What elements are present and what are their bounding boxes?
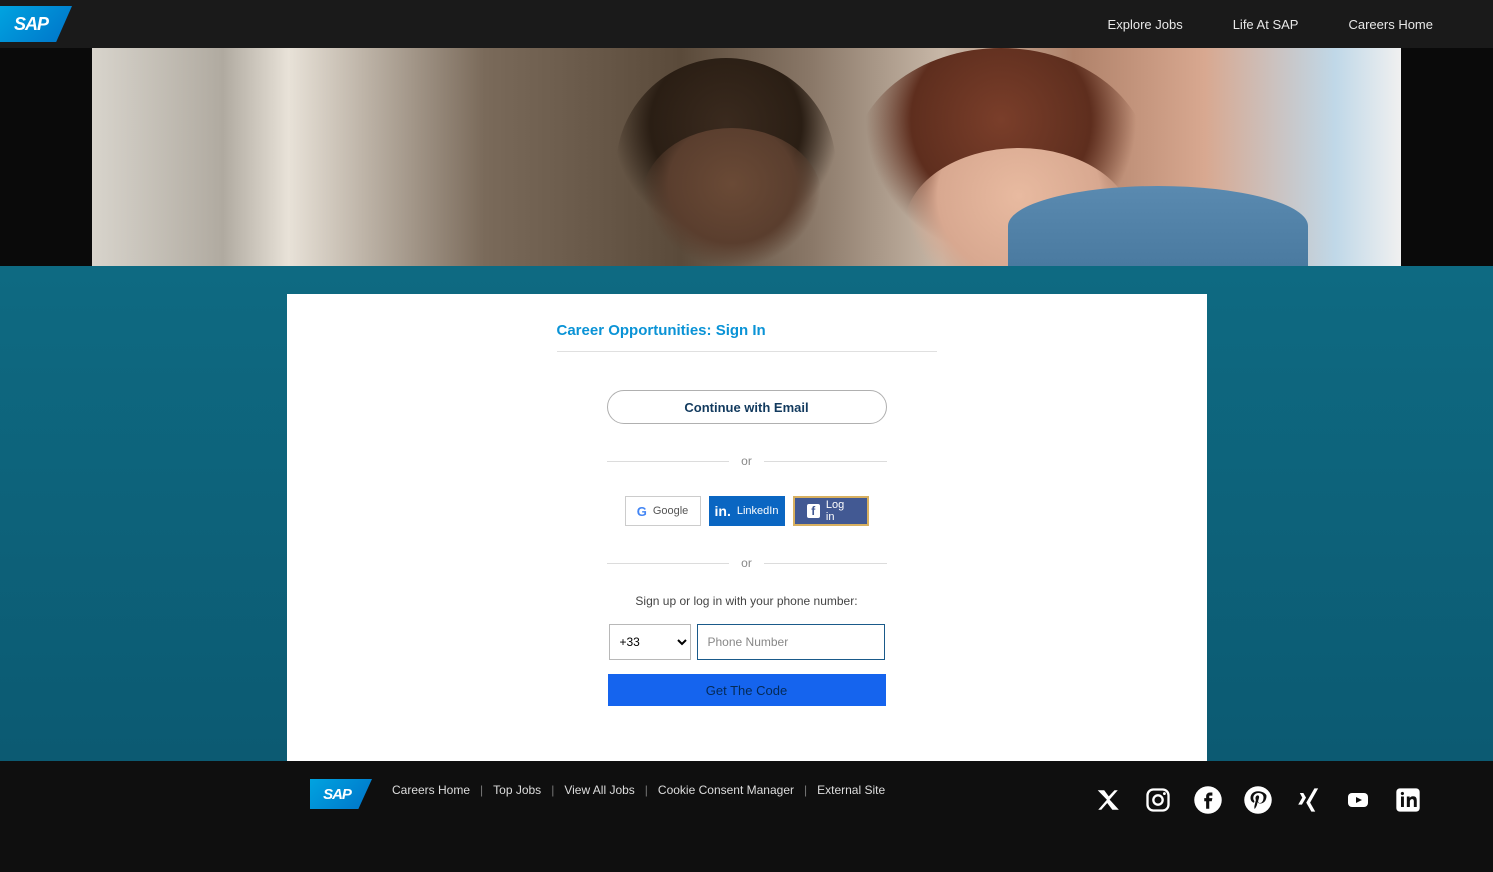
facebook-icon: f <box>807 504 820 518</box>
facebook-icon[interactable] <box>1193 785 1223 815</box>
get-the-code-button[interactable]: Get The Code <box>608 674 886 706</box>
hero-banner <box>92 48 1401 266</box>
header-bar: SAP Explore Jobs Life At SAP Careers Hom… <box>0 0 1493 48</box>
divider-text: or <box>741 556 752 570</box>
sap-logo[interactable]: SAP <box>0 6 72 42</box>
footer-separator: | <box>551 783 554 797</box>
divider-line <box>607 563 730 564</box>
phone-number-input[interactable] <box>697 624 885 660</box>
google-label: Google <box>653 505 688 517</box>
linkedin-login-button[interactable]: in. LinkedIn <box>709 496 785 526</box>
google-icon: G <box>637 504 647 519</box>
footer-separator: | <box>645 783 648 797</box>
google-login-button[interactable]: G Google <box>625 496 701 526</box>
nav-explore-jobs[interactable]: Explore Jobs <box>1108 17 1183 32</box>
footer-link-careers-home[interactable]: Careers Home <box>392 783 470 797</box>
facebook-label: Log in <box>826 499 855 523</box>
header-nav: Explore Jobs Life At SAP Careers Home <box>1108 17 1473 32</box>
signin-card: Career Opportunities: Sign In Continue w… <box>287 294 1207 764</box>
hero-graphic <box>1008 186 1308 266</box>
sap-logo-text: SAP <box>14 14 58 35</box>
footer-link-top-jobs[interactable]: Top Jobs <box>493 783 541 797</box>
facebook-login-button[interactable]: f Log in <box>793 496 869 526</box>
signin-title: Career Opportunities: Sign In <box>557 322 937 352</box>
x-icon[interactable] <box>1093 785 1123 815</box>
divider-line <box>764 461 887 462</box>
footer-social-icons <box>1093 785 1423 815</box>
divider-line <box>764 563 887 564</box>
linkedin-icon: in. <box>715 503 731 519</box>
country-code-select[interactable]: +33 <box>609 624 691 660</box>
nav-careers-home[interactable]: Careers Home <box>1348 17 1433 32</box>
divider: or <box>607 454 887 468</box>
linkedin-label: LinkedIn <box>737 505 779 517</box>
footer-separator: | <box>480 783 483 797</box>
footer-link-external-site[interactable]: External Site <box>817 783 885 797</box>
divider: or <box>607 556 887 570</box>
footer-separator: | <box>804 783 807 797</box>
footer-link-view-all-jobs[interactable]: View All Jobs <box>564 783 634 797</box>
divider-line <box>607 461 730 462</box>
youtube-icon[interactable] <box>1343 785 1373 815</box>
xing-icon[interactable] <box>1293 785 1323 815</box>
footer-link-cookie-consent[interactable]: Cookie Consent Manager <box>658 783 794 797</box>
footer-sap-logo[interactable]: SAP <box>310 779 372 809</box>
main-section: Career Opportunities: Sign In Continue w… <box>0 266 1493 761</box>
divider-text: or <box>741 454 752 468</box>
footer-sap-logo-text: SAP <box>323 786 359 803</box>
phone-input-row: +33 <box>609 624 885 660</box>
continue-with-email-button[interactable]: Continue with Email <box>607 390 887 424</box>
hero-graphic <box>642 128 822 266</box>
nav-life-at-sap[interactable]: Life At SAP <box>1233 17 1299 32</box>
instagram-icon[interactable] <box>1143 785 1173 815</box>
footer-links: Careers Home | Top Jobs | View All Jobs … <box>392 783 885 797</box>
social-login-row: G Google in. LinkedIn f Log in <box>625 496 869 526</box>
phone-prompt-text: Sign up or log in with your phone number… <box>635 594 857 608</box>
linkedin-icon[interactable] <box>1393 785 1423 815</box>
footer: SAP Careers Home | Top Jobs | View All J… <box>0 761 1493 872</box>
pinterest-icon[interactable] <box>1243 785 1273 815</box>
